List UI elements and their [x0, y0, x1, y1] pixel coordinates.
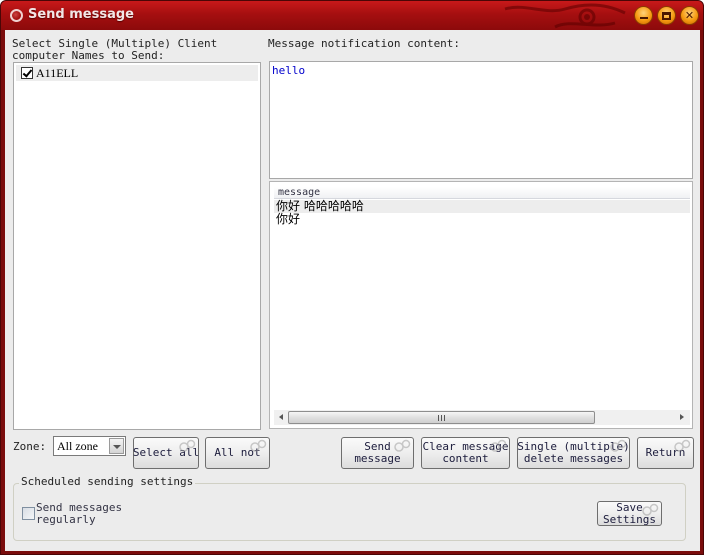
message-content-text: hello — [272, 64, 306, 77]
zone-label: Zone: — [13, 440, 47, 453]
all-not-button[interactable]: All not — [205, 437, 270, 469]
swirl-decoration-icon — [504, 3, 626, 29]
close-button[interactable]: ✕ — [680, 6, 699, 25]
select-all-button[interactable]: Select all — [133, 437, 199, 469]
send-regularly-checkbox[interactable] — [22, 507, 35, 520]
message-list-row[interactable]: 你好 哈哈哈哈哈 — [274, 200, 690, 213]
title-bar[interactable]: Send message ✕ — [1, 1, 703, 30]
save-settings-button[interactable]: Save Settings — [597, 501, 662, 526]
message-list[interactable]: message 你好 哈哈哈哈哈 你好 — [269, 181, 693, 429]
swirl-decoration-icon — [642, 503, 659, 516]
swirl-decoration-icon — [394, 439, 411, 452]
app-icon — [10, 9, 23, 22]
scroll-left-arrow-icon[interactable] — [279, 414, 283, 420]
send-regularly-label[interactable]: Send messages regularly — [36, 502, 156, 526]
swirl-decoration-icon — [179, 439, 196, 452]
chevron-down-icon[interactable] — [109, 438, 124, 454]
client-checkbox[interactable] — [21, 67, 33, 79]
scroll-right-arrow-icon[interactable] — [680, 414, 684, 420]
minimize-icon — [639, 17, 648, 19]
zone-select[interactable]: All zone — [53, 436, 126, 456]
minimize-button[interactable] — [634, 6, 653, 25]
zone-selected-value: All zone — [57, 439, 98, 453]
horizontal-scrollbar[interactable] — [274, 410, 690, 425]
maximize-icon — [662, 11, 671, 20]
message-list-row[interactable]: 你好 — [274, 213, 690, 226]
maximize-button[interactable] — [657, 6, 676, 25]
send-message-button[interactable]: Send message — [341, 437, 414, 469]
return-button[interactable]: Return — [637, 437, 694, 469]
client-name: A11ELL — [36, 65, 79, 80]
window-title: Send message — [28, 7, 134, 22]
swirl-decoration-icon — [490, 439, 507, 452]
client-list-label: Select Single (Multiple) Client computer… — [12, 37, 218, 62]
client-list[interactable]: A11ELL — [13, 62, 261, 430]
client-list-item[interactable]: A11ELL — [16, 65, 258, 81]
clear-message-content-button[interactable]: Clear message content — [421, 437, 510, 469]
close-icon: ✕ — [684, 9, 695, 22]
message-content-label: Message notification content: — [268, 37, 461, 50]
window-client-area: Select Single (Multiple) Client computer… — [5, 30, 700, 551]
message-content-input[interactable]: hello — [269, 61, 693, 179]
delete-messages-button[interactable]: Single (multiple) delete messages — [517, 437, 630, 469]
scrollbar-thumb[interactable] — [288, 411, 595, 424]
swirl-decoration-icon — [674, 439, 691, 452]
swirl-decoration-icon — [250, 439, 267, 452]
scheduled-settings-title: Scheduled sending settings — [19, 475, 196, 488]
scrollbar-grip-icon — [438, 415, 445, 421]
column-header-message[interactable]: message — [274, 187, 690, 199]
swirl-decoration-icon — [610, 439, 627, 452]
send-message-window: Send message ✕ Select Single (Multiple) … — [0, 0, 704, 555]
